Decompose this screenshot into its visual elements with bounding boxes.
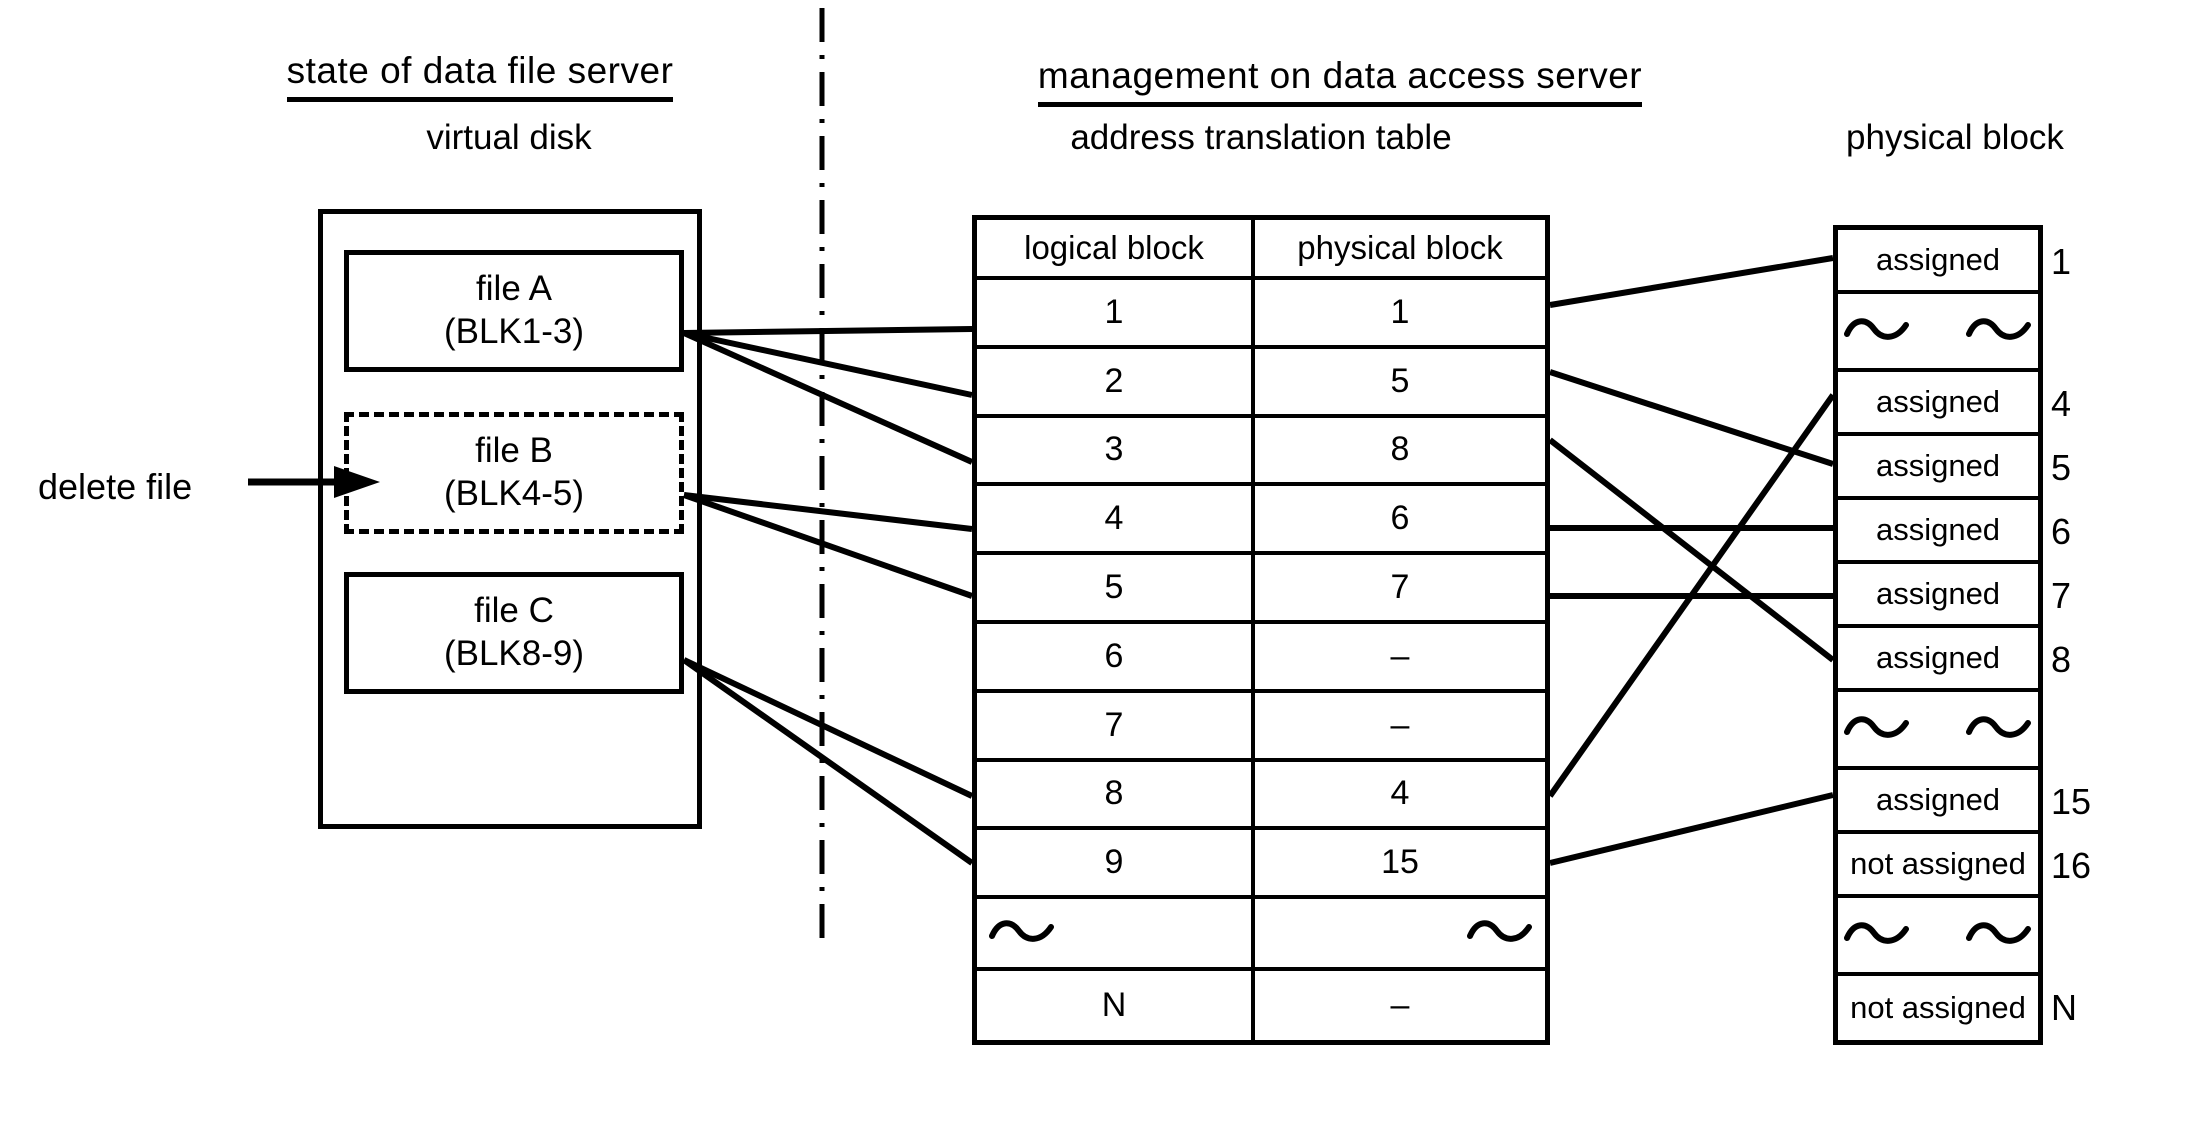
file-b-name: file B <box>475 431 553 471</box>
ellipsis-marker <box>977 899 1255 968</box>
link-row8-pb4 <box>1547 393 1836 798</box>
physical-block-row: assigned <box>1838 372 2038 436</box>
address-table-row: 46 <box>977 486 1545 556</box>
physical-block-number: 1 <box>2051 241 2072 282</box>
link-fileC-row8 <box>682 657 974 799</box>
cell-physical-block: 6 <box>1390 499 1410 538</box>
left-section-heading: state of data file server <box>180 50 780 102</box>
physical-block-caption: physical block <box>1846 118 2064 157</box>
tilde-icon <box>1467 920 1532 942</box>
physical-block-number: N <box>2051 987 2077 1028</box>
virtual-disk-caption: virtual disk <box>426 118 592 157</box>
cell-logical-block: N <box>977 971 1255 1040</box>
address-table-row: 11 <box>977 280 1545 349</box>
column-header-physical-block: physical block <box>1297 229 1503 266</box>
address-table-ellipsis-row <box>977 899 1545 972</box>
right-section-heading: management on data access server <box>930 55 1750 107</box>
file-box-a[interactable]: file A (BLK1-3) <box>344 250 684 372</box>
ellipsis-marker <box>1255 899 1545 967</box>
delete-file-label: delete file <box>38 466 193 507</box>
physical-block-list: assigned assigned assigned assigned assigned… <box>1833 225 2043 1045</box>
physical-block-row: assigned <box>1838 230 2038 294</box>
physical-block-ellipsis-row <box>1838 692 2038 770</box>
physical-block-number: 15 <box>2051 781 2092 822</box>
address-table-row: 25 <box>977 348 1545 418</box>
physical-block-number: 16 <box>2051 845 2092 886</box>
cell-physical-block: 7 <box>1390 568 1410 607</box>
tilde-icon <box>1966 922 2031 944</box>
physical-block-row: assigned <box>1838 436 2038 500</box>
physical-block-row: not assigned <box>1838 834 2038 898</box>
tilde-icon <box>1844 318 1909 340</box>
tilde-icon <box>1966 716 2031 738</box>
cell-logical-block: 8 <box>977 761 1255 827</box>
link-row1-pb1 <box>1549 255 1834 308</box>
file-b-blocks: (BLK4-5) <box>443 474 585 513</box>
column-header-logical-block: logical block <box>977 220 1255 276</box>
link-fileA-row3 <box>682 330 974 465</box>
tilde-icon <box>989 920 1054 942</box>
cell-logical-block: 3 <box>977 417 1255 483</box>
physical-block-ellipsis-row <box>1838 294 2038 372</box>
cell-logical-block: 1 <box>977 280 1255 345</box>
link-row3-pb8 <box>1548 437 1835 663</box>
link-fileB-row4 <box>683 492 973 532</box>
address-table-row: 38 <box>977 417 1545 487</box>
cell-physical-block: 4 <box>1390 774 1410 813</box>
right-section-heading-text: management on data access server <box>1037 55 1643 107</box>
tilde-icon <box>1844 922 1909 944</box>
cell-physical-block: – <box>1390 705 1410 744</box>
cell-logical-block: 7 <box>977 692 1255 758</box>
file-box-b[interactable]: file B (BLK4-5) <box>344 412 684 534</box>
physical-block-row: assigned <box>1838 564 2038 628</box>
cell-physical-block: 1 <box>1390 292 1410 331</box>
physical-block-number: 5 <box>2051 447 2072 488</box>
physical-block-number: 7 <box>2051 575 2072 616</box>
physical-block-row: assigned <box>1838 500 2038 564</box>
link-row2-pb5 <box>1549 369 1834 467</box>
physical-block-number: 8 <box>2051 639 2072 680</box>
address-table-row: 6– <box>977 623 1545 693</box>
physical-block-number: 4 <box>2051 383 2072 424</box>
link-row9-pb15 <box>1549 792 1834 866</box>
cell-logical-block: 9 <box>977 830 1255 896</box>
link-fileA-row2 <box>683 330 973 398</box>
link-fileB-row5 <box>683 492 973 599</box>
link-fileC-row9 <box>682 657 974 866</box>
file-a-name: file A <box>476 269 552 309</box>
file-c-blocks: (BLK8-9) <box>443 634 585 673</box>
address-translation-table: logical block physical block 1 1 2 5 3 8 4 6 5 7 6–7… <box>972 215 1550 1045</box>
address-table-caption: address translation table <box>1070 118 1452 157</box>
cell-logical-block: 4 <box>977 486 1255 552</box>
physical-block-row: not assigned <box>1850 990 2026 1025</box>
address-table-row: 84 <box>977 761 1545 831</box>
cell-physical-block: – <box>1390 636 1410 675</box>
left-section-heading-text: state of data file server <box>286 50 674 102</box>
address-table-header-row: logical block physical block <box>977 220 1545 280</box>
cell-physical-block: 8 <box>1390 430 1410 469</box>
address-table-row: 7– <box>977 692 1545 762</box>
physical-block-row: assigned <box>1838 628 2038 692</box>
file-c-name: file C <box>474 591 554 631</box>
physical-block-number: 6 <box>2051 511 2072 552</box>
cell-logical-block: 6 <box>977 623 1255 689</box>
physical-block-row: assigned <box>1838 770 2038 834</box>
tilde-icon <box>1844 716 1909 738</box>
tilde-icon <box>1966 318 2031 340</box>
file-box-c[interactable]: file C (BLK8-9) <box>344 572 684 694</box>
physical-block-ellipsis-row <box>1838 898 2038 976</box>
address-table-row: 9 15 <box>977 830 1545 900</box>
cell-physical-block: 15 <box>1381 843 1419 882</box>
cell-physical-block: 5 <box>1390 361 1410 400</box>
cell-logical-block: 2 <box>977 348 1255 414</box>
link-fileA-row1 <box>683 326 973 336</box>
cell-physical-block: – <box>1390 986 1410 1025</box>
address-table-row: N – <box>977 971 1545 1040</box>
cell-logical-block: 5 <box>977 555 1255 620</box>
address-table-row: 57 <box>977 555 1545 624</box>
file-a-blocks: (BLK1-3) <box>443 312 585 351</box>
